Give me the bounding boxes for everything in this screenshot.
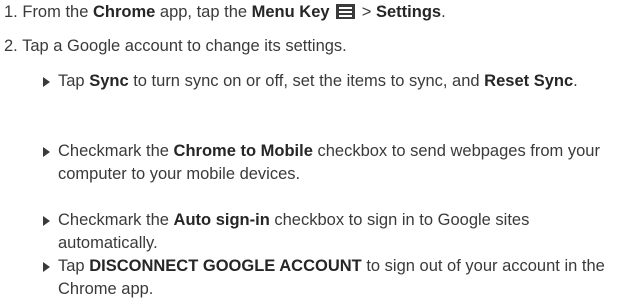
step-number: 2. [4, 37, 18, 55]
bullet-item-auto-sign-in: Checkmark the Auto sign-in checkbox to s… [43, 209, 629, 255]
instructions-document: 1. From the Chrome app, tap the Menu Key… [0, 0, 631, 305]
triangle-bullet-icon [43, 262, 50, 272]
bullet-item-chrome-to-mobile: Checkmark the Chrome to Mobile checkbox … [43, 140, 629, 186]
bold-term: Auto sign-in [173, 211, 270, 229]
step-bold-term: Menu Key [251, 3, 330, 21]
step-text: Tap a Google account to change its setti… [22, 37, 347, 55]
bullet-item-disconnect: Tap DISCONNECT GOOGLE ACCOUNT to sign ou… [43, 255, 629, 301]
step-bold-term: Settings [375, 3, 442, 21]
step-text: app, tap the [155, 3, 252, 21]
bullet-text: Checkmark the Auto sign-in checkbox to s… [58, 211, 530, 252]
step-1: 1. From the Chrome app, tap the Menu Key… [4, 1, 446, 24]
triangle-bullet-icon [43, 216, 50, 226]
step-bold-term: Chrome [92, 3, 156, 21]
triangle-bullet-icon [43, 147, 50, 157]
bullet-item-sync: Tap Sync to turn sync on or off, set the… [43, 70, 629, 93]
triangle-bullet-icon [43, 77, 50, 87]
bullet-text: Tap Sync to turn sync on or off, set the… [58, 72, 578, 90]
bold-term: Chrome to Mobile [173, 142, 313, 160]
step-text: . [441, 3, 446, 21]
step-text: From the [22, 3, 93, 21]
bullet-text: Tap DISCONNECT GOOGLE ACCOUNT to sign ou… [58, 257, 605, 298]
step-text: > [357, 3, 376, 21]
step-2: 2. Tap a Google account to change its se… [4, 35, 347, 58]
bold-term: Sync [89, 72, 129, 90]
menu-key-icon [336, 4, 356, 19]
bullet-text: Checkmark the Chrome to Mobile checkbox … [58, 142, 600, 183]
bold-term: DISCONNECT GOOGLE ACCOUNT [89, 257, 362, 275]
bold-term: Reset Sync [484, 72, 574, 90]
step-number: 1. [4, 3, 18, 21]
